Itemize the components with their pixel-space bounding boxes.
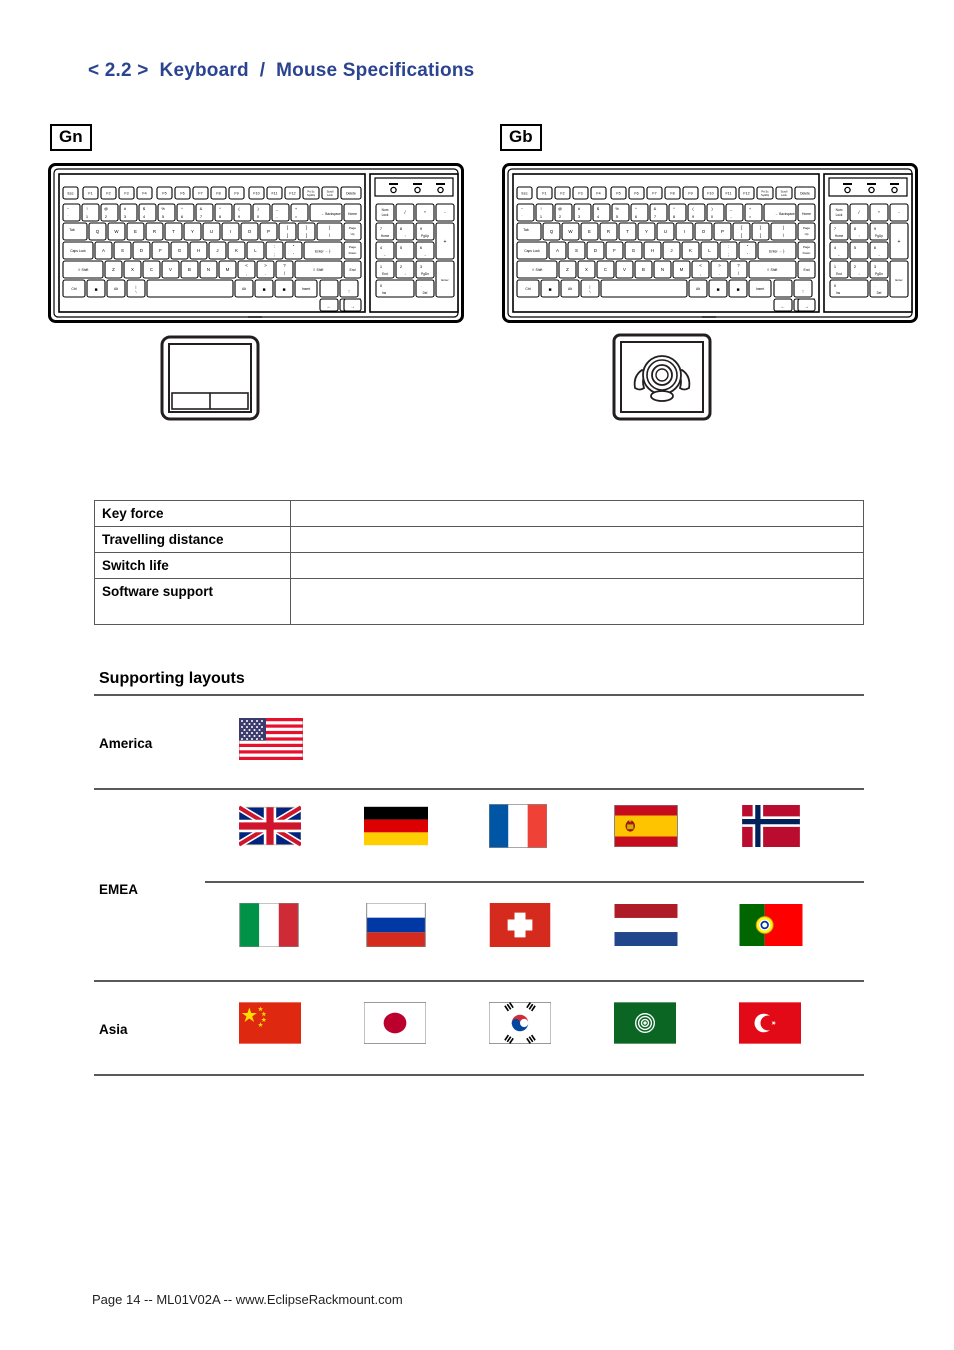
spec-value-travelling-distance	[290, 526, 864, 553]
device-tag-gn: Gn	[50, 124, 92, 151]
flag-cell	[614, 805, 739, 847]
flag-cell	[739, 904, 864, 946]
flag-cell	[489, 903, 614, 947]
region-emea: EMEA	[94, 790, 864, 980]
region-label-america: America	[99, 736, 153, 751]
spec-label-switch-life: Switch life	[94, 552, 291, 579]
flag-fr-icon	[489, 804, 547, 848]
spec-value-key-force	[290, 500, 864, 527]
spec-label-software-support: Software support	[94, 578, 291, 625]
device-tag-gb: Gb	[500, 124, 542, 151]
spec-value-software-support	[290, 578, 864, 625]
flag-no-icon	[742, 805, 800, 847]
flag-es-icon	[614, 805, 678, 847]
divider-bottom	[94, 1074, 864, 1076]
flag-ch-icon	[489, 903, 551, 947]
keyboard-diagram-gn: Esc F1F2 F3F4 F5F6 F7F8 F9F10 F11F12 Prt…	[48, 163, 464, 328]
flag-cell	[239, 805, 364, 847]
flag-pt-icon	[739, 904, 803, 946]
flag-us-icon	[239, 718, 303, 760]
flag-de-icon	[364, 806, 428, 846]
flag-cn-icon	[239, 1002, 301, 1044]
flag-cell	[239, 903, 364, 947]
spec-value-switch-life	[290, 552, 864, 579]
trackball-diagram	[612, 333, 712, 426]
specifications-table: Key force Travelling distance Switch lif…	[94, 500, 864, 625]
flag-jp-icon	[364, 1002, 426, 1044]
table-row: Key force	[94, 500, 864, 527]
spec-label-key-force: Key force	[94, 500, 291, 527]
supporting-layouts-heading: Supporting layouts	[99, 670, 245, 687]
region-asia: Asia	[94, 982, 864, 1074]
flag-cell	[489, 1002, 614, 1044]
flag-cell	[239, 718, 369, 760]
touchpad-diagram	[160, 335, 260, 426]
region-america: America	[94, 696, 864, 788]
flag-cell	[364, 806, 489, 846]
flag-it-icon	[239, 903, 299, 947]
flag-kr-icon	[489, 1002, 551, 1044]
flag-cell	[739, 1002, 864, 1044]
flag-cell	[739, 805, 864, 847]
flag-cell	[489, 804, 614, 848]
page-footer: Page 14 -- ML01V02A -- www.EclipseRackmo…	[92, 1292, 403, 1307]
keyboard-diagram-gb	[502, 163, 918, 328]
flag-tr-icon	[739, 1002, 801, 1044]
table-row: Software support	[94, 578, 864, 625]
flag-cell	[239, 1002, 364, 1044]
supporting-layouts-section: America EMEA Asia	[94, 694, 864, 1076]
flag-cell	[364, 1002, 489, 1044]
flag-gb-icon	[239, 805, 301, 847]
page-title: < 2.2 > Keyboard / Mouse Specifications	[88, 60, 475, 81]
flag-cell	[614, 904, 739, 946]
table-row: Switch life	[94, 552, 864, 579]
flag-cell	[614, 1002, 739, 1044]
flag-cell	[364, 903, 489, 947]
spec-label-travelling-distance: Travelling distance	[94, 526, 291, 553]
flag-arab-icon	[614, 1002, 676, 1044]
region-label-emea: EMEA	[99, 882, 139, 897]
table-row: Travelling distance	[94, 526, 864, 553]
flag-ru-icon	[366, 903, 426, 947]
flag-nl-icon	[614, 904, 678, 946]
region-label-asia: Asia	[99, 1022, 128, 1037]
